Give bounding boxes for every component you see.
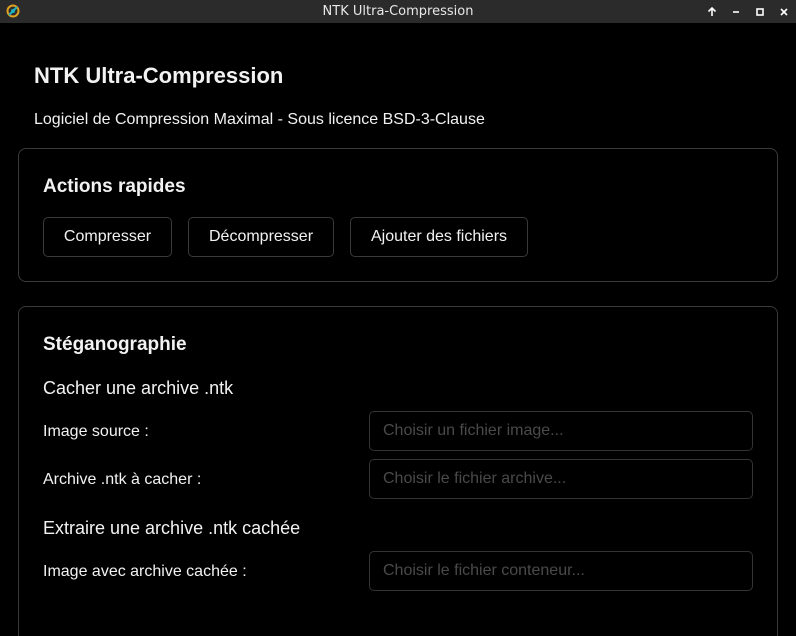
keep-above-button[interactable] <box>700 0 724 23</box>
compress-button[interactable]: Compresser <box>43 217 172 257</box>
add-files-button[interactable]: Ajouter des fichiers <box>350 217 528 257</box>
main-content: NTK Ultra-Compression Logiciel de Compre… <box>0 23 796 636</box>
window-controls <box>700 0 796 23</box>
steganography-panel: Stéganographie Cacher une archive .ntk I… <box>18 306 778 636</box>
container-image-label: Image avec archive cachée : <box>43 563 247 580</box>
page-subtitle: Logiciel de Compression Maximal - Sous l… <box>34 111 485 128</box>
image-source-label: Image source : <box>43 423 149 440</box>
close-button[interactable] <box>772 0 796 23</box>
container-image-input[interactable] <box>369 551 753 591</box>
maximize-button[interactable] <box>748 0 772 23</box>
quick-actions-panel: Actions rapides Compresser Décompresser … <box>18 148 778 282</box>
minimize-button[interactable] <box>724 0 748 23</box>
decompress-button[interactable]: Décompresser <box>188 217 334 257</box>
quick-actions-title: Actions rapides <box>43 176 186 197</box>
steganography-title: Stéganographie <box>43 334 187 355</box>
minimize-icon <box>733 10 739 13</box>
maximize-icon <box>756 7 764 16</box>
window-title: NTK Ultra-Compression <box>322 4 474 19</box>
archive-to-hide-label: Archive .ntk à cacher : <box>43 471 202 488</box>
extract-archive-heading: Extraire une archive .ntk cachée <box>43 518 301 538</box>
window-titlebar: NTK Ultra-Compression <box>0 0 796 23</box>
arrow-up-icon <box>707 6 717 16</box>
image-source-input[interactable] <box>369 411 753 451</box>
app-logo-icon <box>6 4 20 18</box>
hide-archive-heading: Cacher une archive .ntk <box>43 378 234 398</box>
page-title: NTK Ultra-Compression <box>34 63 284 88</box>
archive-to-hide-input[interactable] <box>369 459 753 499</box>
close-icon <box>780 7 788 16</box>
